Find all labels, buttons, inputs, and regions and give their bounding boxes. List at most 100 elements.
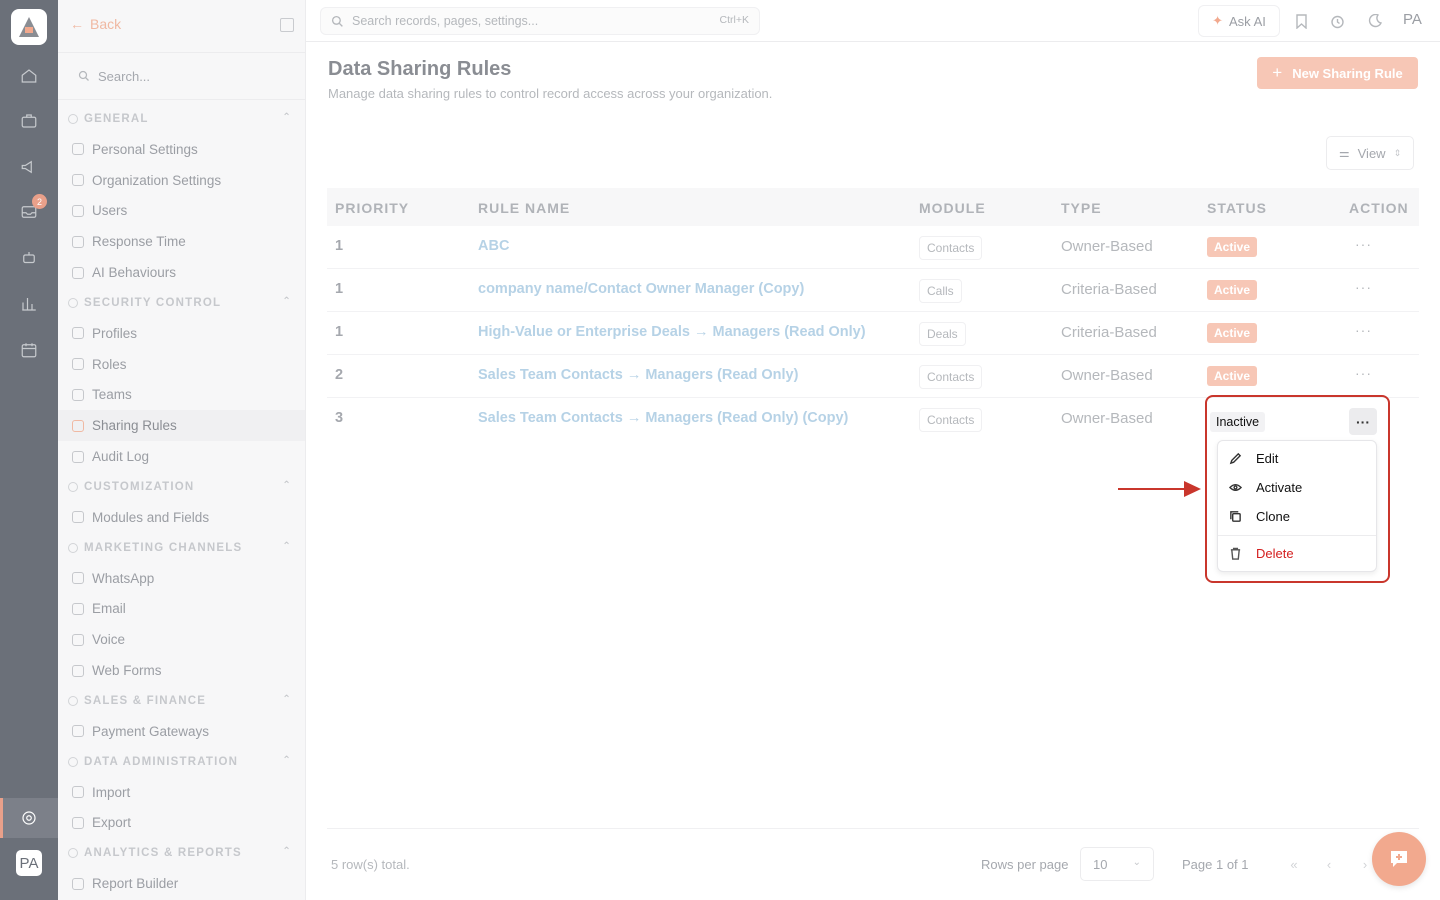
section-title: MARKETING CHANNELS — [84, 541, 243, 554]
table-row[interactable]: 1 ABC Contacts Owner-Based Active ··· — [327, 226, 1419, 269]
rule-name-link[interactable]: Sales Team Contacts → Managers (Read Onl… — [478, 367, 798, 383]
section-security-control[interactable]: SECURITY CONTROL ⌃ — [58, 288, 305, 318]
rule-name-link[interactable]: High-Value or Enterprise Deals → Manager… — [478, 324, 866, 340]
team-icon — [72, 388, 84, 401]
shield-icon — [68, 297, 78, 308]
download-icon — [72, 816, 84, 829]
page-subtitle: Manage data sharing rules to control rec… — [328, 86, 773, 101]
sidebar-item-modules-and-fields[interactable]: Modules and Fields — [58, 502, 305, 533]
sidebar-item-email[interactable]: Email — [58, 594, 305, 625]
view-label: View — [1357, 145, 1386, 161]
type-cell: Owner-Based — [1061, 238, 1153, 255]
sidebar-item-label: Response Time — [92, 234, 186, 250]
sidebar-item-payment-gateways[interactable]: Payment Gateways — [58, 716, 305, 747]
section-marketing-channels[interactable]: MARKETING CHANNELS ⌃ — [58, 533, 305, 563]
new-sharing-rule-label: New Sharing Rule — [1292, 65, 1403, 81]
briefcase-icon[interactable] — [17, 109, 41, 133]
rule-name-link[interactable]: Sales Team Contacts → Managers (Read Onl… — [478, 410, 848, 426]
logo-icon — [19, 17, 39, 37]
chart-icon[interactable] — [17, 292, 41, 316]
sidebar-item-report-builder[interactable]: Report Builder — [58, 868, 305, 899]
row-actions-button[interactable]: ··· — [1355, 322, 1372, 338]
back-link[interactable]: ← Back — [70, 16, 121, 32]
sidebar-item-organization-settings[interactable]: Organization Settings — [58, 165, 305, 196]
status-badge: Active — [1207, 323, 1258, 343]
view-options-button[interactable]: ⚌ View ⇕ — [1326, 136, 1414, 170]
database-icon — [68, 756, 78, 767]
ask-ai-button[interactable]: ✦ Ask AI — [1198, 5, 1280, 37]
chevron-up-icon: ⌃ — [282, 540, 292, 552]
section-customization[interactable]: CUSTOMIZATION ⌃ — [58, 472, 305, 502]
user-icon — [72, 143, 84, 156]
alarm-clock-icon[interactable] — [1328, 12, 1346, 30]
section-title: CUSTOMIZATION — [84, 480, 195, 493]
mail-icon — [72, 602, 84, 615]
global-search-input[interactable]: Search records, pages, settings... Ctrl+… — [320, 7, 760, 35]
section-title: SALES & FINANCE — [84, 694, 207, 707]
sidebar-item-voice[interactable]: Voice — [58, 624, 305, 655]
status-badge: Active — [1207, 280, 1258, 300]
bar-chart-icon — [72, 877, 84, 890]
section-icon — [68, 114, 78, 124]
col-rule-name[interactable]: RULE NAME — [478, 200, 570, 216]
sidebar-item-sharing-rules[interactable]: Sharing Rules — [58, 410, 305, 442]
rule-name-link[interactable]: company name/Contact Owner Manager (Copy… — [478, 281, 804, 297]
rows-per-page-select[interactable]: 10 ⌄ — [1080, 847, 1154, 881]
first-page-button[interactable]: « — [1283, 853, 1305, 875]
megaphone-icon[interactable] — [17, 155, 41, 179]
col-status[interactable]: STATUS — [1207, 200, 1267, 216]
section-sales-finance[interactable]: SALES & FINANCE ⌃ — [58, 686, 305, 716]
lock-icon — [72, 419, 84, 432]
section-general[interactable]: GENERAL ⌃ — [58, 104, 305, 134]
table-row[interactable]: 1 company name/Contact Owner Manager (Co… — [327, 269, 1419, 312]
chevron-up-icon: ⌃ — [282, 295, 292, 307]
sidebar-search-placeholder: Search... — [98, 68, 151, 84]
avatar[interactable]: PA — [16, 850, 42, 876]
robot-icon[interactable] — [17, 246, 41, 270]
section-analytics-reports[interactable]: ANALYTICS & REPORTS ⌃ — [58, 838, 305, 868]
sidebar-item-audit-log[interactable]: Audit Log — [58, 441, 305, 472]
section-title: GENERAL — [84, 113, 149, 125]
new-sharing-rule-button[interactable]: + New Sharing Rule — [1257, 57, 1418, 89]
sidebar-item-roles[interactable]: Roles — [58, 349, 305, 380]
priority-cell: 3 — [335, 410, 344, 426]
sidebar-item-ai-behaviours[interactable]: AI Behaviours — [58, 257, 305, 288]
app-logo[interactable] — [11, 9, 47, 45]
sidebar-item-personal-settings[interactable]: Personal Settings — [58, 134, 305, 165]
row-actions-button[interactable]: ··· — [1355, 279, 1372, 295]
section-title: DATA ADMINISTRATION — [84, 755, 239, 768]
shield-icon — [72, 327, 84, 340]
sidebar-item-response-time[interactable]: Response Time — [58, 226, 305, 257]
table-row[interactable]: 1 High-Value or Enterprise Deals → Manag… — [327, 312, 1419, 355]
col-priority[interactable]: PRIORITY — [335, 200, 409, 216]
sidebar-nav: GENERAL ⌃ Personal Settings Organization … — [58, 104, 305, 899]
sidebar-item-profiles[interactable]: Profiles — [58, 318, 305, 349]
status-badge: Active — [1207, 366, 1258, 386]
home-icon[interactable] — [17, 64, 41, 88]
chat-support-button[interactable] — [1372, 832, 1426, 886]
section-data-administration[interactable]: DATA ADMINISTRATION ⌃ — [58, 747, 305, 777]
sidebar-item-users[interactable]: Users — [58, 196, 305, 227]
sidebar-item-import[interactable]: Import — [58, 777, 305, 808]
settings-icon[interactable] — [17, 806, 41, 830]
bookmark-icon[interactable] — [1292, 12, 1310, 30]
sidebar-item-web-forms[interactable]: Web Forms — [58, 655, 305, 686]
table-row[interactable]: 2 Sales Team Contacts → Managers (Read O… — [327, 355, 1419, 398]
row-actions-button[interactable]: ··· — [1355, 236, 1372, 252]
sidebar-item-teams[interactable]: Teams — [58, 380, 305, 411]
search-icon — [331, 15, 343, 27]
col-module[interactable]: MODULE — [919, 200, 986, 216]
sidebar-search[interactable]: Search... — [58, 52, 305, 100]
rule-name-link[interactable]: ABC — [478, 238, 509, 254]
collapse-sidebar-icon[interactable] — [280, 18, 294, 32]
type-cell: Criteria-Based — [1061, 281, 1157, 298]
section-title: ANALYTICS & REPORTS — [84, 847, 242, 860]
moon-icon[interactable] — [1366, 12, 1384, 30]
sidebar-item-whatsapp[interactable]: WhatsApp — [58, 563, 305, 594]
row-actions-button[interactable]: ··· — [1355, 365, 1372, 381]
calendar-icon[interactable] — [17, 338, 41, 362]
prev-page-button[interactable]: ‹ — [1318, 853, 1340, 875]
user-initials[interactable]: PA — [1403, 11, 1422, 28]
sidebar-item-export[interactable]: Export — [58, 808, 305, 839]
col-type[interactable]: TYPE — [1061, 200, 1102, 216]
